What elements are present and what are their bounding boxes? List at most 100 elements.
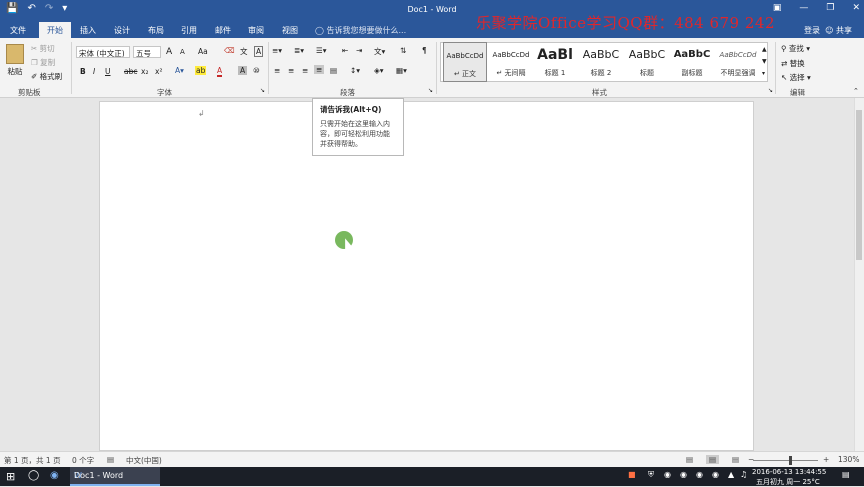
enclose-char-icon[interactable]: ⑩ — [253, 66, 260, 75]
bold-button[interactable]: B — [80, 67, 86, 76]
numbering-icon[interactable]: ≣▾ — [294, 46, 304, 55]
text-effects-icon[interactable]: A▾ — [175, 66, 184, 75]
format-painter-button[interactable]: ✐ 格式刷 — [31, 71, 62, 82]
underline-button[interactable]: U — [105, 67, 111, 76]
tray-app-icon[interactable]: ■ — [628, 470, 636, 479]
copy-button[interactable]: ❐ 复制 — [31, 57, 55, 68]
phonetic-guide-icon[interactable]: 文 — [240, 46, 248, 57]
decrease-indent-icon[interactable]: ⇤ — [342, 46, 348, 55]
highlight-icon[interactable]: ab — [195, 66, 207, 75]
bullets-icon[interactable]: ≡▾ — [272, 46, 282, 55]
grow-font-button[interactable]: A — [166, 47, 172, 57]
taskbar-word-app[interactable]: W Doc1 - Word — [70, 467, 160, 486]
restore-icon[interactable]: ❐ — [826, 3, 834, 13]
styles-scroll-icon[interactable]: ▲ ▼ ▾ — [762, 44, 767, 80]
tab-file[interactable]: 文件 — [10, 25, 26, 36]
zoom-slider[interactable] — [753, 460, 818, 461]
clear-format-icon[interactable]: ⌫ — [224, 46, 235, 55]
shrink-font-button[interactable]: A — [180, 48, 185, 56]
align-right-icon[interactable]: ≡ — [302, 66, 308, 75]
print-layout-icon[interactable]: ▤ — [706, 455, 720, 464]
tab-home[interactable]: 开始 — [39, 22, 71, 38]
style-normal[interactable]: AaBbCcDd ↵ 正文 — [443, 42, 487, 82]
tab-review[interactable]: 审阅 — [248, 25, 264, 36]
signin-link[interactable]: 登录 — [804, 26, 820, 35]
replace-button[interactable]: ⇄ 替换 — [781, 58, 805, 69]
style-heading-1[interactable]: AaBl 标题 1 — [534, 42, 576, 82]
minimize-icon[interactable]: — — [799, 3, 808, 13]
font-color-icon[interactable]: A — [217, 66, 223, 77]
clock-date[interactable]: 2016-06-13 13:44:55 — [752, 468, 826, 476]
font-name-combo[interactable]: 宋体 (中文正) — [76, 46, 130, 58]
superscript-button[interactable]: x² — [155, 67, 162, 76]
borders-icon[interactable]: ▦▾ — [396, 66, 407, 75]
subscript-button[interactable]: x₂ — [141, 67, 148, 76]
styles-dialog-launcher-icon[interactable]: ↘ — [768, 87, 773, 94]
align-center-icon[interactable]: ≡ — [288, 66, 294, 75]
tab-insert[interactable]: 插入 — [80, 25, 96, 36]
tray-icon[interactable]: ◉ — [664, 470, 671, 479]
style-title[interactable]: AaBbC 标题 — [625, 42, 669, 82]
windows-start-icon[interactable]: ⊞ — [6, 470, 15, 483]
tell-me-search[interactable]: ◯ 告诉我您想要做什么... — [315, 25, 406, 36]
style-subtle-emphasis[interactable]: AaBbCcDd 不明显强调 — [716, 42, 760, 82]
sort-icon[interactable]: ⇅ — [400, 46, 406, 55]
change-case-button[interactable]: Aa — [198, 47, 208, 56]
paste-button[interactable]: 粘贴 — [6, 44, 24, 77]
strikethrough-button[interactable]: abc — [124, 67, 137, 76]
style-heading-2[interactable]: AaBbC 标题 2 — [579, 42, 623, 82]
cortana-icon[interactable]: ◯ — [28, 470, 39, 481]
line-spacing-icon[interactable]: ↕▾ — [350, 66, 360, 75]
multilevel-list-icon[interactable]: ☰▾ — [316, 46, 327, 55]
select-button[interactable]: ↖ 选择 ▾ — [781, 72, 811, 83]
collapse-ribbon-icon[interactable]: ⌃ — [853, 87, 859, 95]
cursor-icon: ↖ — [781, 73, 790, 82]
char-border-icon[interactable]: A — [254, 46, 264, 57]
zoom-level[interactable]: 130% — [838, 455, 859, 464]
tab-design[interactable]: 设计 — [114, 25, 130, 36]
zoom-in-icon[interactable]: + — [823, 455, 829, 464]
document-page[interactable] — [99, 101, 754, 451]
justify-icon[interactable]: ≡ — [314, 65, 325, 74]
find-button[interactable]: ⚲ 查找 ▾ — [781, 43, 810, 54]
tray-icon[interactable]: ◉ — [712, 470, 719, 479]
tray-icon[interactable]: ◉ — [680, 470, 687, 479]
page-count[interactable]: 第 1 页，共 1 页 — [4, 455, 61, 466]
volume-icon[interactable]: ♫ — [740, 470, 747, 479]
tab-layout[interactable]: 布局 — [148, 25, 164, 36]
shading-icon[interactable]: ◈▾ — [374, 66, 384, 75]
tray-icon[interactable]: ◉ — [696, 470, 703, 479]
increase-indent-icon[interactable]: ⇥ — [356, 46, 362, 55]
char-shading-icon[interactable]: A — [238, 66, 248, 75]
language-indicator[interactable]: 中文(中国) — [126, 455, 162, 466]
web-layout-icon[interactable]: ▤ — [732, 455, 739, 464]
tab-mailings[interactable]: 邮件 — [215, 25, 231, 36]
font-dialog-launcher-icon[interactable]: ↘ — [260, 87, 265, 94]
align-left-icon[interactable]: ≡ — [274, 66, 280, 75]
font-size-combo[interactable]: 五号 — [133, 46, 161, 58]
tab-references[interactable]: 引用 — [181, 25, 197, 36]
scroll-thumb[interactable] — [856, 110, 862, 260]
select-label: 选择 — [789, 73, 805, 82]
style-subtitle[interactable]: AaBbC 副标题 — [670, 42, 714, 82]
word-count[interactable]: 0 个字 — [72, 455, 94, 466]
paragraph-dialog-launcher-icon[interactable]: ↘ — [428, 87, 433, 94]
browser-icon[interactable]: ◉ — [50, 470, 59, 481]
read-mode-icon[interactable]: ▤ — [686, 455, 693, 464]
network-icon[interactable]: ▲ — [728, 470, 734, 479]
italic-button[interactable]: I — [93, 67, 95, 76]
cut-button[interactable]: ✂ 剪切 — [31, 43, 55, 54]
zoom-slider-thumb[interactable] — [789, 456, 792, 465]
style-name: 标题 — [640, 69, 654, 77]
close-icon[interactable]: ✕ — [852, 3, 860, 13]
tab-view[interactable]: 视图 — [282, 25, 298, 36]
tray-shield-icon[interactable]: ⛨ — [648, 470, 654, 480]
notifications-icon[interactable]: ▤ — [842, 470, 850, 479]
distributed-icon[interactable]: ▤ — [330, 66, 337, 75]
show-marks-icon[interactable]: ¶ — [422, 46, 427, 55]
style-no-spacing[interactable]: AaBbCcDd ↵ 无间隔 — [489, 42, 533, 82]
asian-layout-icon[interactable]: 文▾ — [374, 46, 385, 57]
share-button[interactable]: 登录 ☺ 共享 — [804, 25, 852, 36]
format-painter-label: 格式刷 — [39, 72, 63, 81]
proofing-icon[interactable]: ▤ — [107, 455, 114, 464]
